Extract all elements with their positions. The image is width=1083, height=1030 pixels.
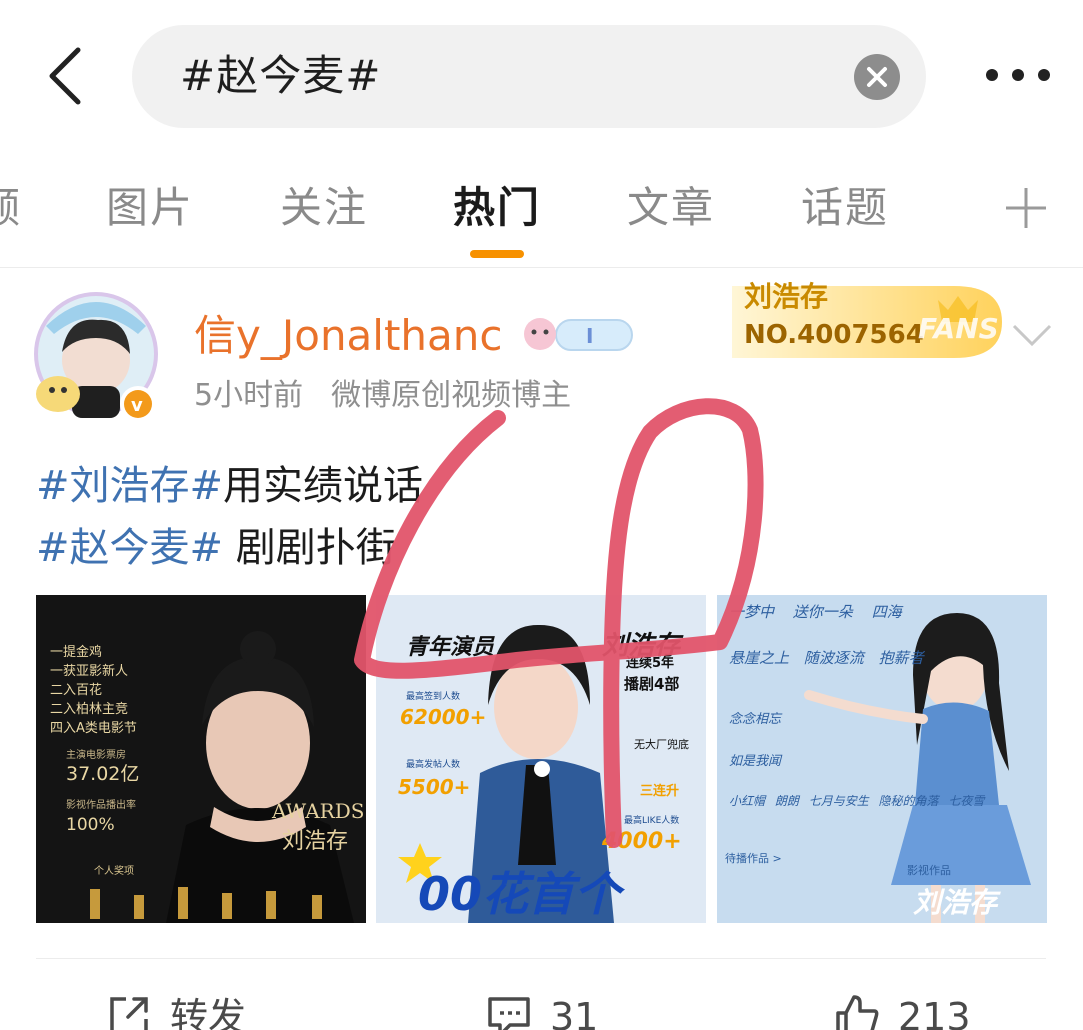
img2-side3: 无大厂兜底	[634, 738, 689, 751]
tab-hot[interactable]: 热门	[453, 182, 541, 234]
comment-icon	[486, 993, 532, 1030]
img3-title: 朗朗	[774, 794, 799, 808]
img2-headline: 00花首个	[418, 867, 621, 921]
img2-side1: 连续5年	[626, 656, 675, 671]
post-username[interactable]: 信y_Jonalthanc	[194, 310, 503, 362]
post-time: 5小时前	[194, 378, 304, 413]
tab-articles[interactable]: 文章	[627, 182, 715, 234]
img1-line: 四入A类电影节	[50, 721, 137, 736]
post-source: 微博原创视频博主	[331, 378, 572, 413]
img3-title: 四海	[871, 603, 902, 621]
like-count: 213	[898, 995, 971, 1030]
avatar[interactable]: v	[28, 286, 164, 426]
img3-footer-label: 影视作品	[907, 864, 951, 877]
img3-title: 念念相忘	[729, 712, 782, 727]
post-image-3[interactable]: 一梦中 送你一朵 四海 悬崖之上 随波逐流 抱薪者 念念相忘 如是我闻 小红帽 …	[717, 595, 1047, 923]
img3-footer-name: 刘浩存	[913, 886, 998, 919]
post-text-body: 剧剧扑街	[223, 525, 396, 571]
comment-count: 31	[550, 995, 599, 1030]
img3-title: 如是我闻	[729, 754, 782, 769]
img3-titles-row4: 小红帽 朗朗 七月与安生 隐秘的角落 七夜雪	[729, 795, 984, 807]
add-tab-icon[interactable]	[1004, 186, 1048, 230]
img2-title-left: 青年演员	[406, 635, 495, 660]
img2-side2: 播剧4部	[624, 675, 680, 693]
search-input[interactable]: #赵今麦#	[180, 51, 381, 101]
hashtag-link[interactable]: #刘浩存#	[36, 463, 223, 509]
fan-badge[interactable]: 刘浩存 NO.4007564 FANS	[722, 270, 1004, 364]
search-bar[interactable]: #赵今麦#	[132, 25, 926, 128]
tab-topics[interactable]: 话题	[801, 182, 889, 234]
comment-button[interactable]: 31	[486, 985, 626, 1030]
post-text-body: 用实绩说话	[223, 463, 424, 509]
post-text-line-2: #赵今麦# 剧剧扑街	[36, 517, 423, 579]
svg-text:v: v	[131, 395, 143, 416]
like-button[interactable]: 213	[834, 985, 994, 1030]
img3-titles-row2: 悬崖之上 随波逐流 抱薪者	[729, 651, 924, 666]
img2-stat3: 4000+	[602, 829, 682, 854]
img2-stat1: 62000+	[400, 705, 487, 729]
active-tab-indicator	[470, 250, 524, 258]
user-badge-icon: I	[520, 312, 634, 356]
img2-stat1-label: 最高签到人数	[406, 692, 461, 702]
thumbs-up-icon	[834, 993, 880, 1030]
img3-title: 小红帽	[729, 794, 766, 808]
img1-box-office-label: 主演电影票房	[66, 750, 126, 761]
img1-rate: 100%	[66, 815, 115, 835]
img3-section: 待播作品 >	[725, 852, 782, 865]
share-icon	[106, 993, 152, 1030]
svg-text:I: I	[586, 324, 593, 348]
img1-box-office: 37.02亿	[66, 763, 140, 785]
divider	[36, 958, 1046, 959]
img2-stat2: 5500+	[398, 775, 471, 799]
img1-footer: 个人奖项	[94, 866, 134, 877]
tab-images[interactable]: 图片	[106, 182, 194, 234]
post-text: #刘浩存#用实绩说话 #赵今麦# 剧剧扑街	[36, 455, 423, 579]
img1-awards: AWARDS	[272, 799, 365, 823]
img1-line: 二入百花	[50, 683, 103, 698]
img1-rate-label: 影视作品播出率	[66, 800, 136, 811]
tab-video[interactable]: 频	[0, 182, 22, 234]
img3-titles: 一梦中 送你一朵 四海	[729, 603, 929, 621]
img3-title: 七月与安生	[808, 794, 869, 808]
tab-following[interactable]: 关注	[280, 182, 368, 234]
img1-line: 一获亚影新人	[50, 664, 129, 679]
img3-title: 送你一朵	[792, 603, 853, 621]
more-options-icon[interactable]	[982, 58, 1054, 92]
fan-badge-tag: FANS	[918, 312, 999, 345]
img3-titles-col: 念念相忘 如是我闻	[729, 699, 781, 783]
img3-title: 随波逐流	[803, 649, 864, 667]
post-image-1[interactable]: 一提金鸡 一获亚影新人 二入百花 二入柏林主竞 四入A类电影节 主演电影票房 3…	[36, 595, 366, 923]
img1-lines: 一提金鸡 一获亚影新人 二入百花 二入柏林主竞 四入A类电影节	[50, 643, 137, 738]
img3-title: 悬崖之上	[729, 649, 790, 667]
img3-title: 隐秘的角落	[878, 794, 939, 808]
back-arrow-icon[interactable]	[40, 44, 96, 108]
hashtag-link[interactable]: #赵今麦#	[36, 525, 223, 571]
img3-title: 抱薪者	[878, 649, 924, 667]
img1-line: 二入柏林主竞	[50, 702, 129, 717]
img2-stat2-label: 最高发帖人数	[406, 760, 461, 770]
img2-stat3-label: 最高LIKE人数	[624, 816, 680, 826]
img3-title: 一梦中	[729, 603, 775, 621]
fan-badge-number: NO.4007564	[744, 320, 924, 350]
tab-bar: 频 图片 关注 热门 文章 话题	[0, 160, 1083, 268]
fan-badge-name: 刘浩存	[744, 280, 829, 313]
repost-label: 转发	[170, 995, 247, 1030]
top-bar: #赵今麦#	[0, 0, 1083, 150]
img1-name: 刘浩存	[282, 829, 349, 854]
img1-line: 一提金鸡	[50, 645, 103, 660]
chevron-down-icon[interactable]	[1010, 320, 1054, 350]
clear-icon[interactable]	[854, 54, 900, 100]
img3-title: 七夜雪	[948, 794, 985, 808]
post-meta: 5小时前 微博原创视频博主	[194, 376, 571, 416]
img2-side4: 三连升	[640, 784, 680, 799]
post-text-line-1: #刘浩存#用实绩说话	[36, 455, 423, 517]
repost-button[interactable]: 转发	[106, 985, 286, 1030]
post-image-2[interactable]: 青年演员 刘浩存 最高签到人数 62000+ 最高发帖人数 5500+ 连续5年…	[376, 595, 706, 923]
